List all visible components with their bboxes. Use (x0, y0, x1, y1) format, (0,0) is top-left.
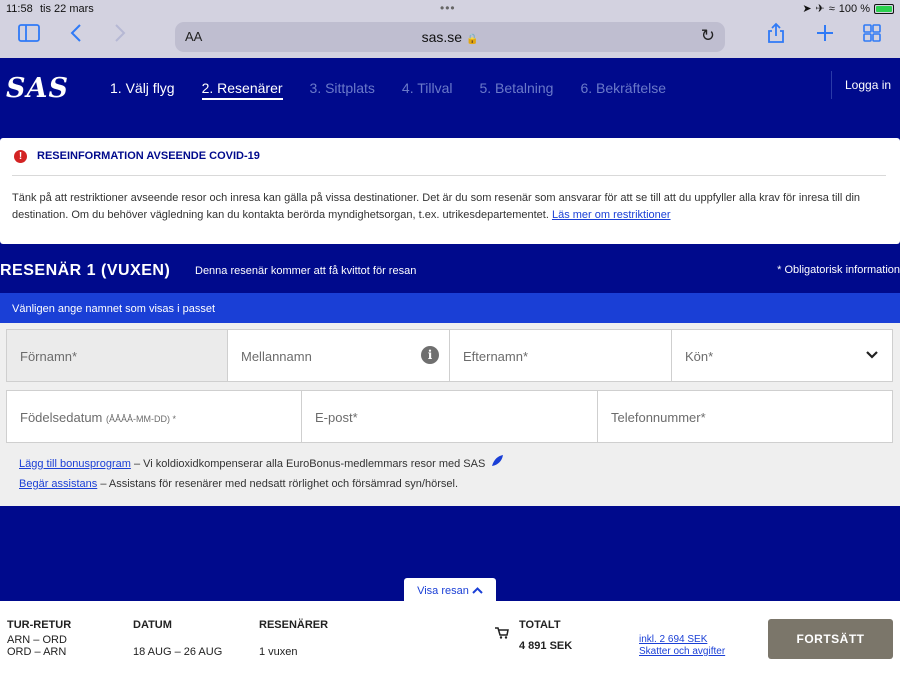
date: tis 22 mars (40, 3, 94, 15)
tabs-icon[interactable] (863, 24, 881, 48)
passengers-label: RESENÄRER (259, 619, 329, 631)
step-confirmation: 6. Bekräftelse (580, 80, 667, 96)
birth-date-placeholder: Födelsedatum (ÅÅÅÅ-MM-DD) * (20, 410, 177, 425)
passenger-form: Förnamn* Mellannamn i Efternamn* Kön* Fö… (0, 323, 900, 506)
covid-notice-body: Tänk på att restriktioner avseende resor… (12, 192, 861, 221)
tax-info: inkl. 2 694 SEK Skatter och avgifter (639, 634, 725, 658)
name-hint: Vänligen ange namnet som visas i passet (0, 293, 900, 323)
site-header: SAS 1. Välj flyg 2. Resenärer 3. Sittpla… (0, 58, 900, 120)
sidebar-icon[interactable] (18, 24, 40, 48)
booking-summary: TUR-RETUR ARN – ORD ORD – ARN DATUM 18 A… (0, 601, 900, 675)
covid-notice-title: RESEINFORMATION AVSEENDE COVID-19 (37, 150, 260, 162)
address-bar[interactable]: AA sas.se 🔒 ↻ (175, 22, 725, 52)
continue-button[interactable]: FORTSÄTT (768, 619, 893, 659)
multitasking-dots-icon[interactable]: ••• (440, 1, 456, 15)
first-name-input[interactable]: Förnamn* (6, 329, 228, 382)
assist-row: Begär assistans – Assistans för resenäre… (19, 478, 458, 490)
assistance-text: – Assistans för resenärer med nedsatt rö… (100, 478, 458, 490)
url-domain: sas.se 🔒 (421, 29, 479, 45)
cart-icon (495, 627, 509, 642)
middle-name-placeholder: Mellannamn (241, 349, 312, 364)
status-icons: ➤ ✈ ≈ 100 % (802, 2, 894, 15)
info-icon[interactable]: i (421, 346, 439, 364)
show-trip-label: Visa resan (417, 585, 469, 597)
status-bar: 11:58 tis 22 mars ••• ➤ ✈ ≈ 100 % (0, 0, 900, 18)
route-outbound: ARN – ORD (7, 634, 67, 646)
warning-icon: ! (14, 150, 27, 163)
assistance-link[interactable]: Begär assistans (19, 478, 97, 490)
route-return: ORD – ARN (7, 646, 67, 658)
bonus-program-link[interactable]: Lägg till bonusprogram (19, 458, 131, 470)
email-placeholder: E-post* (315, 410, 358, 425)
step-passengers[interactable]: 2. Resenärer (201, 80, 283, 100)
clock: 11:58 (6, 3, 33, 15)
passenger-subtitle: Denna resenär kommer att få kvittot för … (195, 265, 417, 277)
gender-placeholder: Kön* (685, 349, 714, 364)
passengers-column: RESENÄRER 1 vuxen (259, 619, 328, 658)
booking-steps: 1. Välj flyg 2. Resenärer 3. Sittplats 4… (110, 80, 666, 100)
login-link[interactable]: Logga in (845, 78, 891, 92)
sas-logo[interactable]: SAS (6, 73, 69, 104)
last-name-input[interactable]: Efternamn* (449, 329, 672, 382)
wifi-icon: ≈ (828, 2, 835, 15)
step-seat: 3. Sittplats (309, 80, 375, 96)
first-name-placeholder: Förnamn* (20, 349, 78, 364)
header-divider (831, 71, 832, 99)
date-column: DATUM 18 AUG – 26 AUG (133, 619, 222, 658)
required-note: * Obligatorisk information (777, 264, 900, 276)
total-price: 4 891 SEK (519, 640, 573, 652)
divider (12, 175, 886, 176)
phone-placeholder: Telefonnummer* (611, 410, 706, 425)
lock-icon: 🔒 (465, 34, 479, 45)
total-column: TOTALT 4 891 SEK (519, 619, 572, 652)
middle-name-input[interactable]: Mellannamn i (227, 329, 450, 382)
taxes-fees-link[interactable]: Skatter och avgifter (639, 646, 725, 658)
battery-icon (874, 3, 894, 14)
share-icon[interactable] (767, 22, 785, 50)
trip-type-label: TUR-RETUR (7, 619, 72, 631)
new-tab-icon[interactable] (816, 24, 834, 48)
leaf-icon (491, 454, 504, 470)
bonus-row: Lägg till bonusprogram – Vi koldioxidkom… (19, 454, 504, 470)
date-label: DATUM (133, 619, 172, 631)
show-trip-button[interactable]: Visa resan (404, 578, 496, 601)
last-name-placeholder: Efternamn* (463, 349, 529, 364)
total-label: TOTALT (519, 619, 561, 631)
phone-input[interactable]: Telefonnummer* (597, 390, 893, 443)
birth-date-input[interactable]: Födelsedatum (ÅÅÅÅ-MM-DD) * (6, 390, 302, 443)
trip-type-column: TUR-RETUR ARN – ORD ORD – ARN (7, 619, 71, 658)
battery-percent: 100 % (838, 2, 870, 15)
browser-toolbar: AA sas.se 🔒 ↻ (0, 18, 900, 58)
chevron-up-icon (472, 585, 483, 597)
chevron-down-icon (866, 346, 878, 364)
email-input[interactable]: E-post* (301, 390, 598, 443)
airplane-icon: ✈ (815, 3, 825, 15)
reload-icon[interactable]: ↻ (701, 26, 715, 46)
step-payment: 5. Betalning (479, 80, 554, 96)
trip-dates: 18 AUG – 26 AUG (133, 646, 223, 658)
covid-notice: ! RESEINFORMATION AVSEENDE COVID-19 Tänk… (0, 138, 900, 244)
passenger-count: 1 vuxen (259, 646, 298, 658)
step-extras: 4. Tillval (401, 80, 453, 96)
bonus-text: – Vi koldioxidkompenserar alla EuroBonus… (133, 458, 486, 470)
forward-icon[interactable] (114, 23, 126, 49)
step-select-flight[interactable]: 1. Välj flyg (110, 80, 175, 100)
location-icon: ➤ (802, 3, 812, 15)
back-icon[interactable] (70, 23, 82, 49)
gender-select[interactable]: Kön* (671, 329, 893, 382)
tax-included-link[interactable]: inkl. 2 694 SEK (639, 634, 725, 646)
passenger-title: RESENÄR 1 (VUXEN) (0, 262, 171, 279)
restrictions-link[interactable]: Läs mer om restriktioner (552, 209, 671, 221)
